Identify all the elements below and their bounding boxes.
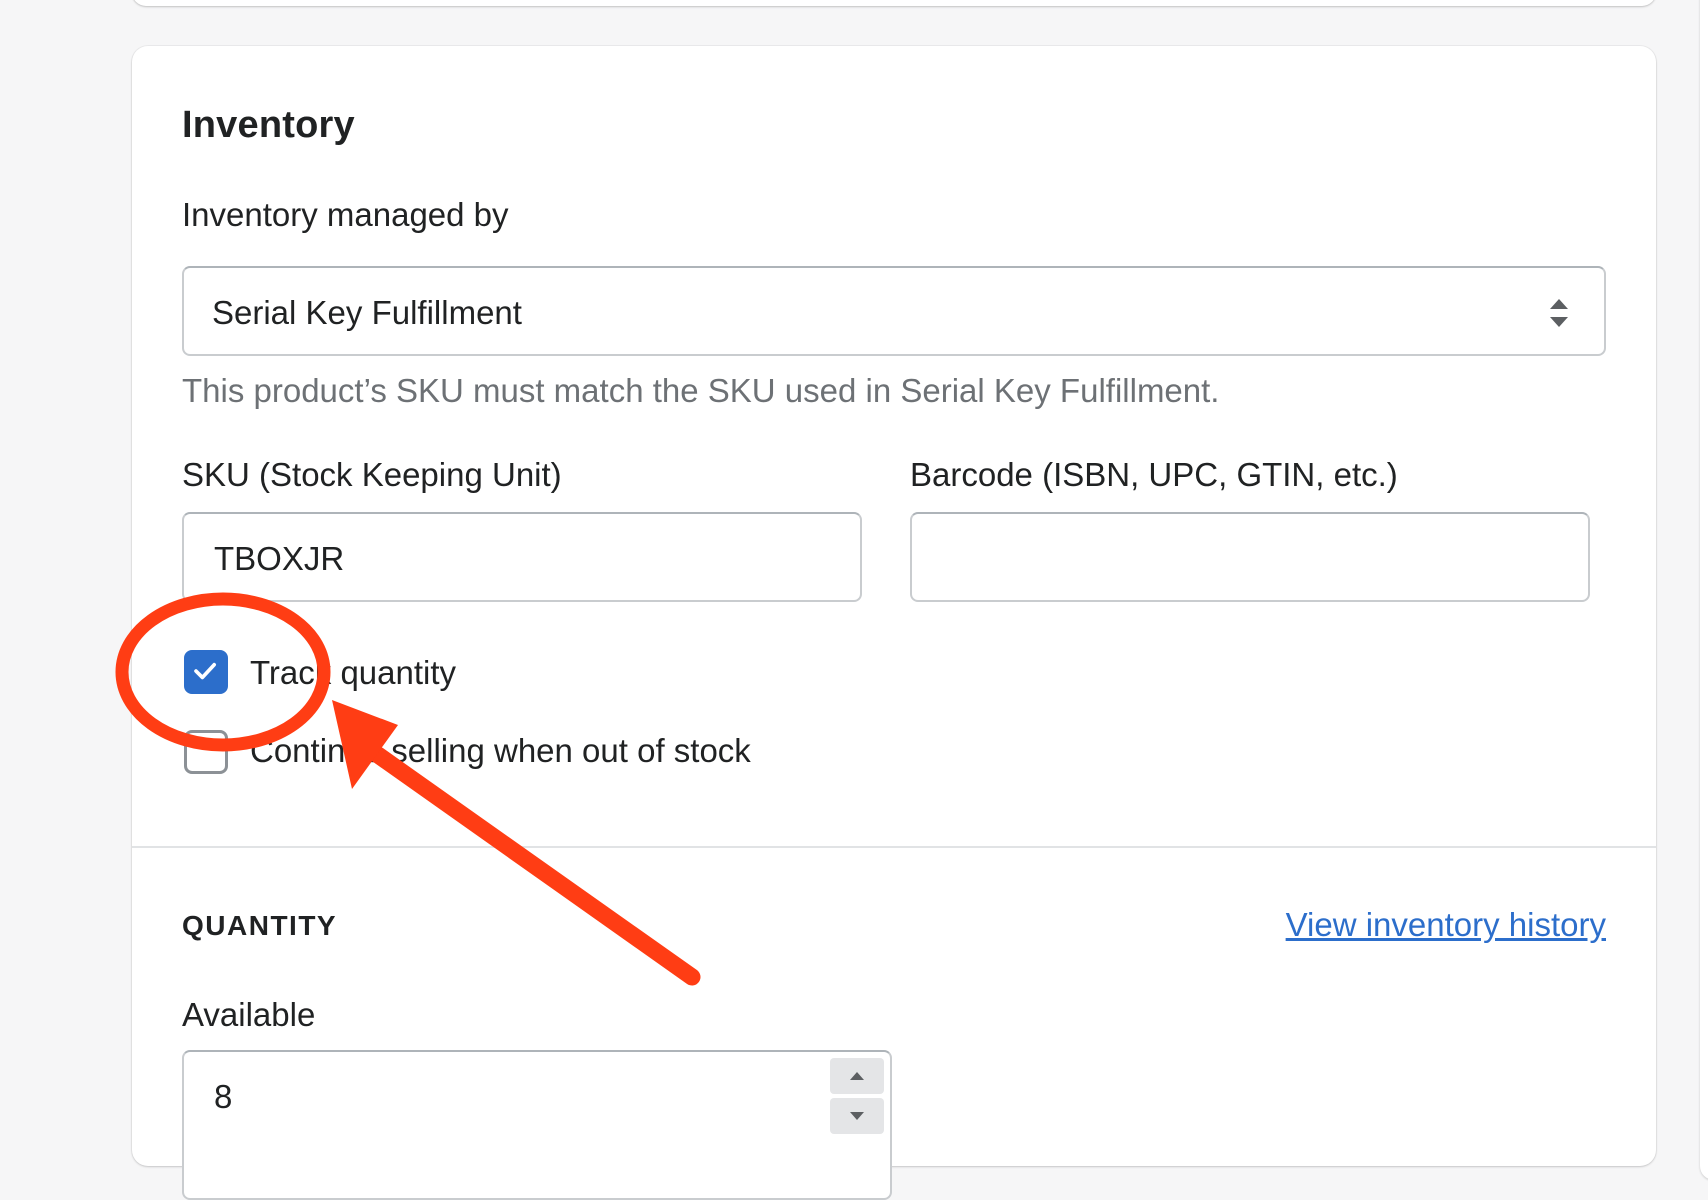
sku-label: SKU (Stock Keeping Unit) <box>182 456 562 493</box>
continue-selling-label: Continue selling when out of stock <box>250 732 751 769</box>
inventory-card: Inventory Inventory managed by Serial Ke… <box>132 46 1656 1200</box>
available-value: 8 <box>214 1078 233 1115</box>
sku-value: TBOXJR <box>214 540 345 577</box>
checkmark-icon <box>194 662 216 680</box>
triangle-up-icon <box>850 1072 864 1080</box>
barcode-input[interactable] <box>910 512 1590 602</box>
view-inventory-history-link[interactable]: View inventory history <box>1286 906 1606 944</box>
side-card <box>1700 0 1708 1180</box>
available-label: Available <box>182 996 316 1033</box>
managed-by-value: Serial Key Fulfillment <box>212 294 522 331</box>
barcode-label: Barcode (ISBN, UPC, GTIN, etc.) <box>910 456 1398 493</box>
available-quantity-input[interactable]: 8 <box>182 1050 892 1200</box>
increment-button[interactable] <box>830 1058 884 1094</box>
continue-selling-checkbox[interactable] <box>184 730 228 774</box>
managed-by-select[interactable]: Serial Key Fulfillment <box>182 266 1606 356</box>
triangle-down-icon <box>850 1112 864 1120</box>
sku-help-text: This product’s SKU must match the SKU us… <box>182 372 1220 409</box>
section-divider <box>132 846 1656 848</box>
decrement-button[interactable] <box>830 1098 884 1134</box>
select-arrows-icon <box>1550 299 1568 327</box>
track-quantity-label: Track quantity <box>250 654 457 691</box>
previous-card <box>132 0 1656 6</box>
quantity-heading: QUANTITY <box>182 910 338 941</box>
track-quantity-checkbox[interactable] <box>184 650 228 694</box>
sku-input[interactable]: TBOXJR <box>182 512 862 602</box>
inventory-title: Inventory <box>182 104 355 146</box>
managed-by-label: Inventory managed by <box>182 196 509 233</box>
